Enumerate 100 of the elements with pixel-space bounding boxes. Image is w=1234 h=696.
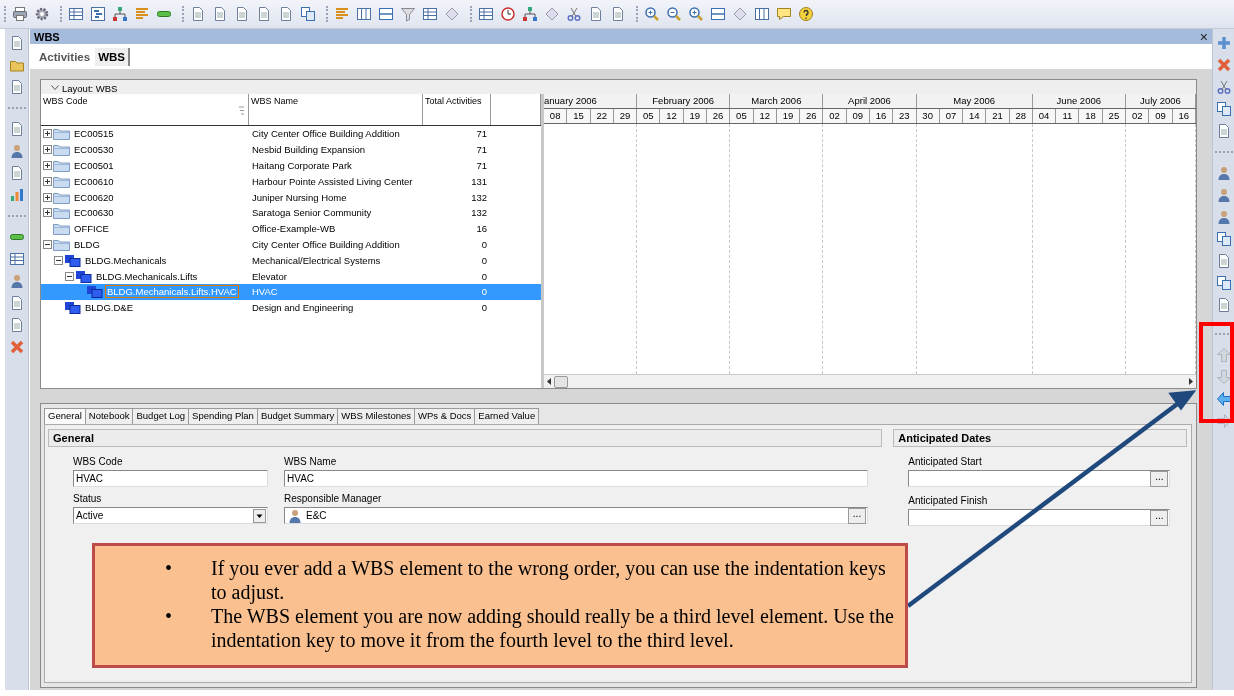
detail-tab[interactable]: Spending Plan [188,408,258,424]
detail-tab[interactable]: Budget Log [132,408,190,424]
columns-icon[interactable] [754,6,770,22]
scissors-icon[interactable] [1215,79,1232,95]
document-icon[interactable] [190,6,206,22]
hierarchy-icon[interactable] [112,6,128,22]
add-icon[interactable] [1215,35,1232,51]
chevron-down-icon[interactable] [51,85,59,91]
bar-chart-icon[interactable] [8,187,25,203]
detail-tab[interactable]: General [44,408,86,424]
scroll-thumb[interactable] [554,375,568,388]
layout-bar[interactable]: Layout: WBS [41,80,1196,94]
column-header[interactable]: Total Activities [425,96,482,106]
left-arrow-icon[interactable] [1215,391,1232,407]
activity-count: 131 [471,175,487,187]
diamond-icon[interactable] [444,6,460,22]
expand-icon[interactable] [43,145,52,155]
horizontal-scrollbar[interactable] [544,374,1196,388]
wbs-code: EC00501 [73,159,115,172]
wbs-name: HVAC [252,286,278,298]
table-icon[interactable] [422,6,438,22]
copy-icon[interactable] [1215,101,1232,117]
expand-icon[interactable] [43,129,52,139]
detail-tab[interactable]: WPs & Docs [414,408,476,424]
help-icon[interactable] [798,6,814,22]
document-icon[interactable] [212,6,228,22]
bullet: • [165,556,173,581]
wbs-name: Haitang Corporate Park [252,160,352,171]
filter-icon[interactable] [400,6,416,22]
document-icon[interactable] [588,6,604,22]
collapse-icon[interactable] [54,255,63,265]
delete-icon[interactable] [8,339,25,355]
week-header: 30 [916,109,940,123]
detail-tab[interactable]: Earned Value [474,408,540,424]
text-field[interactable]: HVAC [73,470,268,487]
month-header: April 2006 [823,94,917,108]
week-header: 04 [1032,109,1057,123]
detail-tab[interactable]: Notebook [84,408,134,424]
diamond-icon[interactable] [732,6,748,22]
expand-icon[interactable] [43,208,52,218]
column-header[interactable]: WBS Name [251,96,298,106]
scroll-left-icon[interactable] [547,378,552,385]
week-header: 18 [1079,109,1103,123]
folder-icon [53,222,70,236]
copy-icon[interactable] [1215,231,1232,247]
scroll-right-icon[interactable] [1188,378,1193,385]
comment-icon[interactable] [776,6,792,22]
rows-icon[interactable] [378,6,394,22]
date-field[interactable]: ... [908,470,1171,487]
document-icon[interactable] [256,6,272,22]
hierarchy-icon[interactable] [522,6,538,22]
detail-tab[interactable]: WBS Milestones [337,408,415,424]
activity-count: 0 [481,302,487,314]
browse-button[interactable]: ... [1150,470,1169,487]
document-icon[interactable] [278,6,294,22]
manager-field[interactable]: E&C ... [284,507,868,524]
column-header[interactable]: WBS Code [43,96,88,106]
lines-icon[interactable] [334,6,350,22]
collapse-icon[interactable] [65,271,74,281]
stacked-squares-icon [64,253,81,267]
week-header: 07 [939,109,964,123]
view-tab[interactable]: Activities [36,47,94,66]
status-dropdown[interactable]: Active [73,507,268,524]
expand-icon[interactable] [43,176,52,186]
document-icon[interactable] [610,6,626,22]
zoom-out-icon[interactable] [666,6,682,22]
diamond-icon[interactable] [544,6,560,22]
gantt-icon[interactable] [90,6,106,22]
columns-icon[interactable] [356,6,372,22]
browse-button[interactable]: ... [1150,509,1169,526]
wbs-name: City Center Office Building Addition [252,128,400,140]
rows-icon[interactable] [710,6,726,22]
clock-icon[interactable] [500,6,516,22]
date-field[interactable]: ... [908,509,1171,526]
table-icon[interactable] [68,6,84,22]
document-icon[interactable] [234,6,250,22]
copy-icon[interactable] [1215,275,1232,291]
text-field[interactable]: HVAC [284,470,868,487]
collapse-icon[interactable] [43,239,52,249]
zoom-in-icon[interactable] [644,6,660,22]
activity-count: 16 [476,223,487,235]
table-icon[interactable] [478,6,494,22]
stacked-squares-icon [64,301,81,315]
wbs-code: EC00620 [73,190,115,204]
zoom-in-icon[interactable] [688,6,704,22]
expand-icon[interactable] [43,192,52,202]
view-tab[interactable]: WBS [95,47,130,66]
browse-button[interactable]: ... [848,507,866,524]
printer-icon[interactable] [12,6,28,22]
delete-icon[interactable] [1215,57,1232,73]
lines-icon[interactable] [134,6,150,22]
detail-tab[interactable]: Budget Summary [256,408,339,424]
close-button[interactable]: × [1199,29,1208,44]
week-header: 09 [846,109,870,123]
gear-icon[interactable] [34,6,50,22]
copy-icon[interactable] [300,6,316,22]
week-header: 12 [753,109,777,123]
scissors-icon[interactable] [566,6,582,22]
table-icon[interactable] [8,251,25,267]
expand-icon[interactable] [43,161,52,170]
